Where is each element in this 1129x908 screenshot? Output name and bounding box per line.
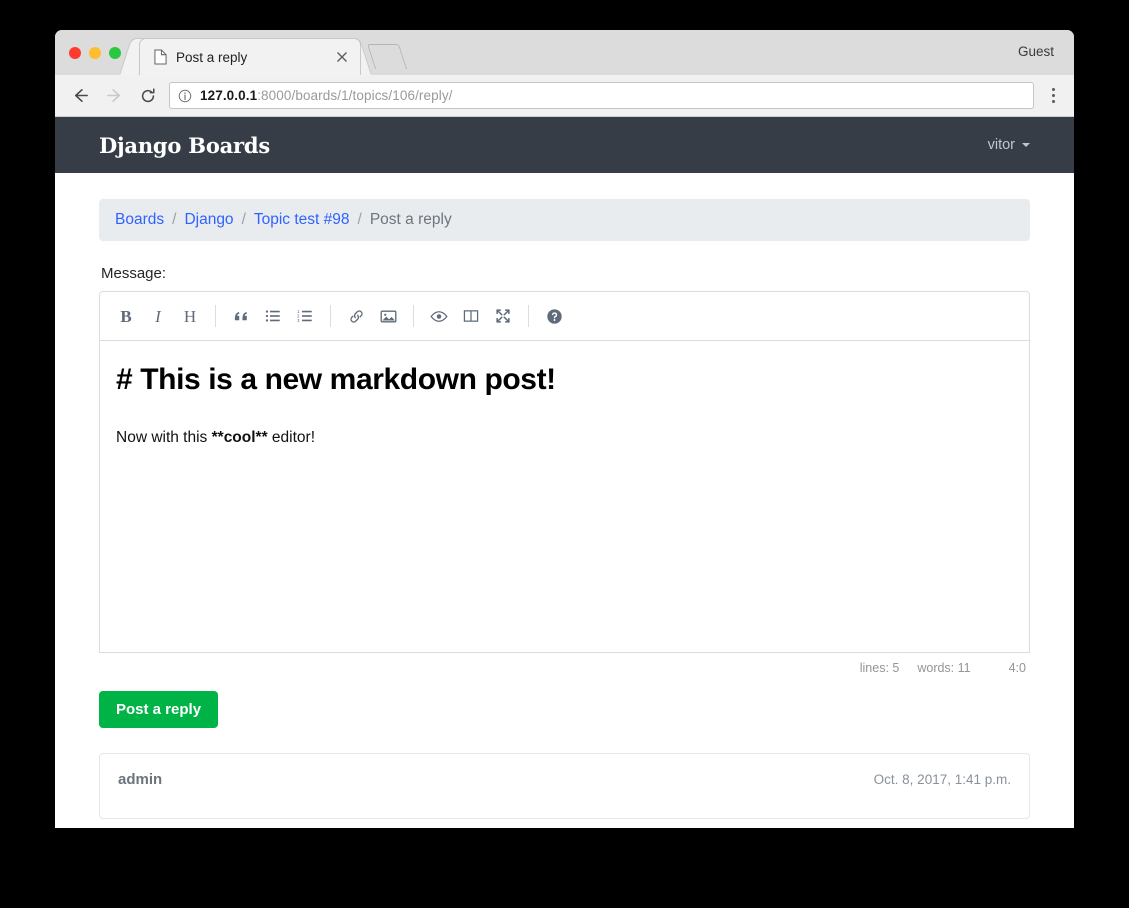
- ordered-list-icon[interactable]: 1 2 3: [289, 301, 321, 331]
- italic-glyph: I: [155, 306, 161, 326]
- post-card: admin Oct. 8, 2017, 1:41 p.m.: [99, 753, 1030, 819]
- post-reply-button[interactable]: Post a reply: [99, 691, 219, 728]
- breadcrumb: Boards / Django / Topic test #98 / Post …: [99, 199, 1030, 241]
- browser-toolbar: 127.0.0.1:8000/boards/1/topics/106/reply…: [55, 75, 1074, 117]
- page-container: Boards / Django / Topic test #98 / Post …: [55, 173, 1074, 819]
- bold-icon[interactable]: B: [110, 301, 142, 331]
- markdown-editor-textarea[interactable]: # This is a new markdown post! Now with …: [99, 340, 1030, 653]
- post-author[interactable]: admin: [118, 771, 162, 788]
- chevron-down-icon: [1022, 143, 1030, 147]
- svg-text:3: 3: [297, 318, 300, 323]
- profile-label[interactable]: Guest: [1018, 44, 1054, 59]
- toolbar-separator: [413, 305, 414, 327]
- info-circle-icon[interactable]: [178, 89, 192, 103]
- web-page: Django Boards vitor Boards / Django / To…: [55, 117, 1074, 828]
- statusbar-lines: lines: 5: [859, 661, 900, 675]
- post-card-header: admin Oct. 8, 2017, 1:41 p.m.: [100, 754, 1029, 788]
- preview-eye-icon[interactable]: [423, 301, 455, 331]
- heading-icon[interactable]: H: [174, 301, 206, 331]
- paragraph-suffix: editor!: [267, 428, 316, 446]
- editor-line-paragraph: Now with this **cool** editor!: [116, 427, 1013, 449]
- editor-line-blank: [116, 399, 1013, 427]
- breadcrumb-item-topic[interactable]: Topic test #98: [254, 211, 350, 229]
- back-arrow-icon[interactable]: [69, 85, 91, 107]
- markdown-editor-toolbar: B I H 1 2 3: [99, 291, 1030, 340]
- quote-icon[interactable]: [225, 301, 257, 331]
- address-bar-url: 127.0.0.1:8000/boards/1/topics/106/reply…: [200, 88, 453, 103]
- user-menu[interactable]: vitor: [988, 137, 1030, 153]
- new-tab-button[interactable]: [366, 44, 408, 69]
- url-path: :8000/boards/1/topics/106/reply/: [257, 88, 453, 103]
- address-bar[interactable]: 127.0.0.1:8000/boards/1/topics/106/reply…: [169, 82, 1034, 109]
- statusbar-words: words: 11: [917, 661, 971, 675]
- heading-glyph: H: [183, 306, 197, 326]
- message-field-label: Message:: [101, 265, 167, 282]
- editor-statusbar: lines: 5 words: 11 4:0: [99, 653, 1030, 675]
- tab-title: Post a reply: [176, 49, 248, 65]
- browser-titlebar: Post a reply Guest: [55, 30, 1074, 75]
- browser-window: Post a reply Guest 127.0.0.1:8000/boards…: [55, 30, 1074, 828]
- help-icon[interactable]: [538, 301, 570, 331]
- breadcrumb-separator: /: [357, 211, 362, 228]
- paragraph-prefix: Now with this: [116, 428, 212, 446]
- italic-icon[interactable]: I: [142, 301, 174, 331]
- minimize-window-button[interactable]: [89, 47, 101, 59]
- user-menu-label: vitor: [987, 137, 1015, 153]
- close-window-button[interactable]: [69, 47, 81, 59]
- breadcrumb-item-current: Post a reply: [369, 211, 452, 228]
- window-traffic-lights: [69, 47, 121, 59]
- paragraph-bold: **cool**: [211, 428, 268, 446]
- site-navbar: Django Boards vitor: [55, 117, 1074, 173]
- fullscreen-icon[interactable]: [487, 301, 519, 331]
- editor-line-heading: # This is a new markdown post!: [116, 363, 556, 396]
- statusbar-cursor-position: 4:0: [1008, 661, 1026, 675]
- image-icon[interactable]: [372, 301, 404, 331]
- link-icon[interactable]: [340, 301, 372, 331]
- post-date: Oct. 8, 2017, 1:41 p.m.: [873, 772, 1011, 787]
- breadcrumb-separator: /: [172, 211, 177, 228]
- page-icon: [154, 49, 167, 65]
- forward-arrow-icon: [103, 85, 125, 107]
- close-icon[interactable]: [335, 50, 349, 64]
- side-by-side-icon[interactable]: [455, 301, 487, 331]
- toolbar-separator: [215, 305, 216, 327]
- site-brand[interactable]: Django Boards: [99, 133, 270, 158]
- bold-glyph: B: [120, 306, 132, 326]
- url-host: 127.0.0.1: [200, 88, 258, 103]
- reload-icon[interactable]: [137, 85, 159, 107]
- toolbar-separator: [528, 305, 529, 327]
- kebab-menu-icon[interactable]: [1040, 88, 1066, 103]
- browser-tab[interactable]: Post a reply: [140, 39, 360, 75]
- breadcrumb-separator: /: [241, 211, 246, 228]
- toolbar-separator: [330, 305, 331, 327]
- maximize-window-button[interactable]: [109, 47, 121, 59]
- breadcrumb-item-boards[interactable]: Boards: [115, 211, 164, 229]
- breadcrumb-item-django[interactable]: Django: [184, 211, 233, 229]
- unordered-list-icon[interactable]: [257, 301, 289, 331]
